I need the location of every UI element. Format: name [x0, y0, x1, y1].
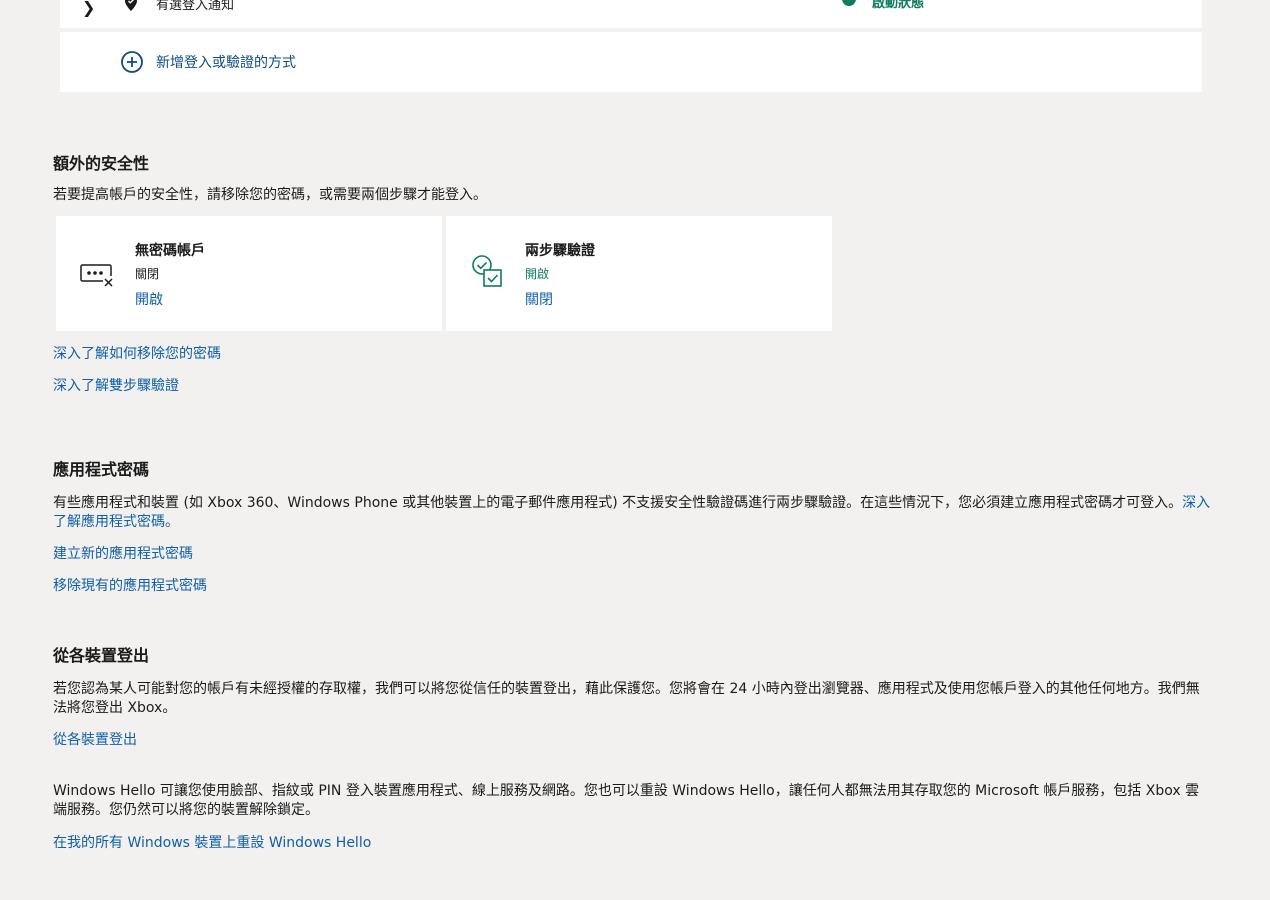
row-label: 有選登入通知 — [156, 0, 235, 13]
windows-hello-section: Windows Hello 可讓您使用臉部、指紋或 PIN 登入裝置應用程式、線… — [53, 782, 1213, 852]
section-description: 若要提高帳戶的安全性，請移除您的密碼，或需要兩個步驟才能登入。 — [53, 187, 487, 203]
add-sign-in-method-label: 新增登入或驗證的方式 — [156, 55, 296, 71]
sign-in-notification-row[interactable]: ❯ 有選登入通知 啟動狀態 — [60, 0, 1202, 28]
turn-on-button[interactable]: 開啟 — [135, 289, 163, 309]
card-state: 關閉 — [135, 267, 160, 281]
sign-out-everywhere-link[interactable]: 從各裝置登出 — [53, 729, 137, 749]
remove-app-passwords-link[interactable]: 移除現有的應用程式密碼 — [53, 575, 207, 595]
plus-circle-icon — [121, 51, 143, 73]
card-title: 兩步驟驗證 — [525, 243, 595, 259]
status-dot-icon — [842, 0, 856, 6]
turn-off-button[interactable]: 關閉 — [525, 289, 553, 309]
card-state: 開啟 — [525, 267, 550, 281]
section-description: Windows Hello 可讓您使用臉部、指紋或 PIN 登入裝置應用程式、線… — [53, 783, 1200, 818]
section-description: 若您認為某人可能對您的帳戶有未經授權的存取權，我們可以將您從信任的裝置登出，藉此… — [53, 681, 1200, 716]
add-sign-in-method-button[interactable]: 新增登入或驗證的方式 — [60, 32, 1202, 92]
app-passwords-section: 應用程式密碼 有些應用程式和裝置 (如 Xbox 360、Windows Pho… — [53, 456, 1213, 595]
two-step-check-icon — [472, 255, 502, 287]
passwordless-account-card: 無密碼帳戶 關閉 開啟 — [56, 216, 442, 331]
chevron-right-icon: ❯ — [82, 0, 96, 17]
reset-windows-hello-link[interactable]: 在我的所有 Windows 裝置上重設 Windows Hello — [53, 832, 371, 852]
two-step-verification-card: 兩步驟驗證 開啟 關閉 — [446, 216, 832, 331]
security-links: 深入了解如何移除您的密碼 深入了解雙步驟驗證 — [53, 343, 1213, 395]
additional-security-section: 額外的安全性 若要提高帳戶的安全性，請移除您的密碼，或需要兩個步驟才能登入。 — [53, 150, 1213, 205]
sign-out-everywhere-section: 從各裝置登出 若您認為某人可能對您的帳戶有未經授權的存取權，我們可以將您從信任的… — [53, 642, 1213, 749]
status-text: 啟動狀態 — [872, 0, 925, 11]
password-off-icon — [80, 264, 115, 288]
learn-remove-password-link[interactable]: 深入了解如何移除您的密碼 — [53, 343, 221, 363]
section-heading: 從各裝置登出 — [53, 646, 150, 665]
section-description: 有些應用程式和裝置 (如 Xbox 360、Windows Phone 或其他裝… — [53, 494, 1213, 532]
learn-two-step-link[interactable]: 深入了解雙步驟驗證 — [53, 375, 179, 395]
section-heading: 額外的安全性 — [53, 154, 150, 173]
section-heading: 應用程式密碼 — [53, 460, 150, 479]
create-app-password-link[interactable]: 建立新的應用程式密碼 — [53, 543, 193, 563]
location-shield-icon — [125, 0, 137, 11]
description-text: 有些應用程式和裝置 (如 Xbox 360、Windows Phone 或其他裝… — [53, 495, 1183, 511]
card-title: 無密碼帳戶 — [135, 243, 205, 259]
